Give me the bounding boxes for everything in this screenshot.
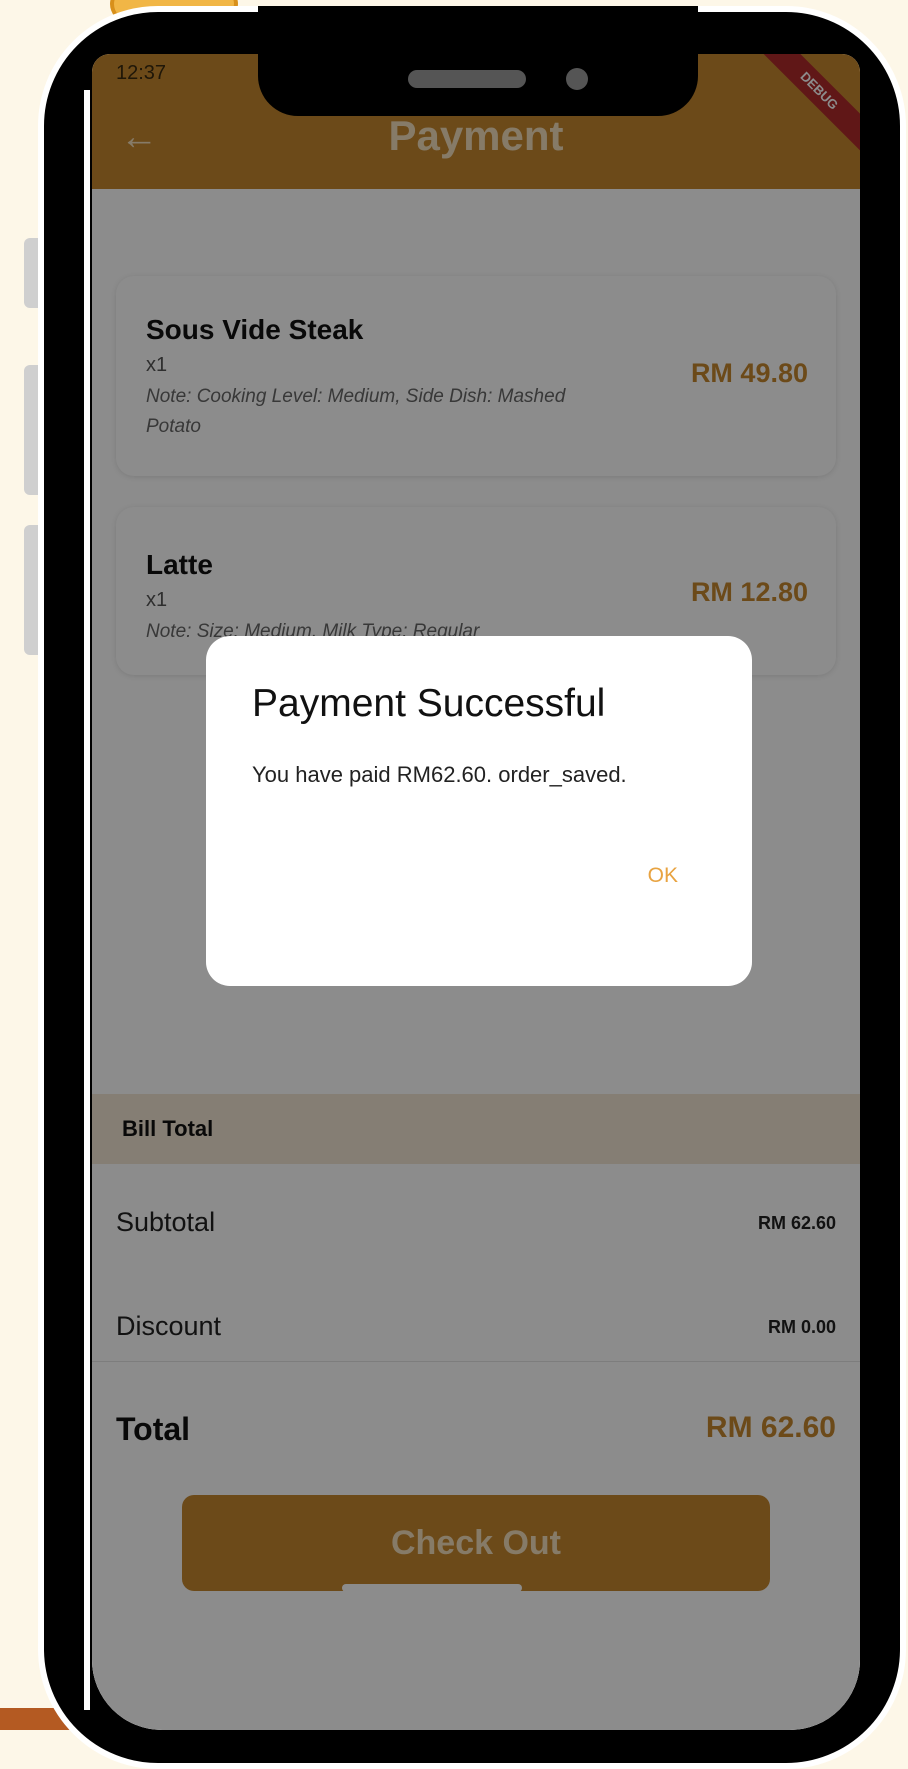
dialog-title: Payment Successful bbox=[252, 682, 606, 725]
app-screen: 12:37 ← Payment DEBUG Sous Vide Steak x1… bbox=[92, 54, 860, 1730]
phone-side-button bbox=[24, 238, 38, 308]
phone-notch bbox=[258, 6, 698, 116]
phone-side-button bbox=[24, 365, 38, 495]
phone-side-button bbox=[24, 525, 38, 655]
phone-camera bbox=[566, 68, 588, 90]
screen-edge bbox=[84, 90, 90, 1710]
phone-speaker bbox=[408, 70, 526, 88]
dialog-message: You have paid RM62.60. order_saved. bbox=[252, 762, 627, 787]
ok-button[interactable]: OK bbox=[636, 856, 690, 896]
payment-success-dialog: Payment Successful You have paid RM62.60… bbox=[206, 636, 752, 986]
